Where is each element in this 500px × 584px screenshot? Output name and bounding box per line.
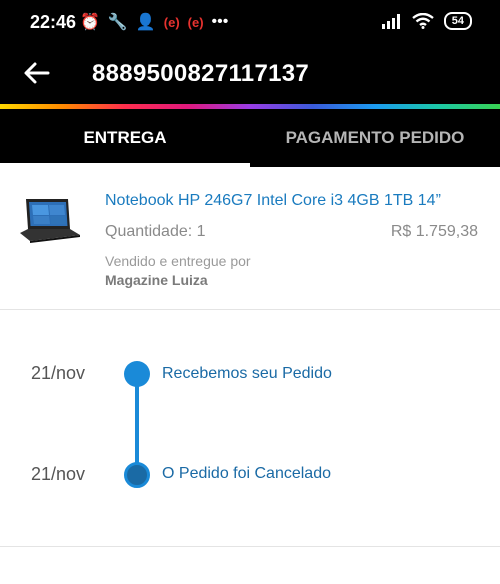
person-icon: 👤: [135, 14, 156, 31]
status-indicator-2: (e): [187, 14, 204, 30]
product-quantity: Quantidade: 1: [105, 223, 206, 240]
product-card[interactable]: Notebook HP 246G7 Intel Core i3 4GB 1TB …: [0, 167, 500, 310]
product-price: R$ 1.759,38: [390, 223, 478, 240]
laptop-image: [20, 199, 80, 243]
timeline-date: 21/nov: [31, 363, 86, 383]
timeline-dot: [124, 462, 150, 488]
timeline-dot: [124, 361, 150, 387]
arrow-left-icon[interactable]: [22, 58, 52, 88]
timeline-event: O Pedido foi Cancelado: [162, 465, 331, 482]
wrench-icon: 🔧: [107, 14, 128, 31]
alarm-icon: ⏰: [80, 14, 100, 31]
tab-bar: ENTREGA PAGAMENTO PEDIDO: [0, 109, 500, 167]
status-indicator-1: (e): [163, 14, 180, 30]
tab-entrega[interactable]: ENTREGA: [0, 109, 250, 167]
timeline-event: Recebemos seu Pedido: [162, 365, 332, 382]
status-system-icons: 54: [381, 12, 472, 30]
status-notification-icons: ⏰ 🔧 👤 (e) (e) •••: [80, 12, 228, 32]
sold-by-label: Vendido e entregue por: [105, 253, 251, 269]
wifi-icon: [412, 13, 434, 29]
order-number-title: 8889500827117137: [92, 60, 310, 87]
app-bar: 8889500827117137: [0, 44, 500, 104]
status-time: 22:46: [30, 12, 77, 32]
seller-name: Magazine Luiza: [105, 272, 208, 288]
product-name-link[interactable]: Notebook HP 246G7 Intel Core i3 4GB 1TB …: [105, 192, 441, 210]
timeline-date: 21/nov: [31, 464, 86, 484]
status-bar: 22:46 ⏰ 🔧 👤 (e) (e) ••• 54: [0, 0, 500, 44]
timeline-connector: [135, 375, 139, 475]
signal-icon: [381, 14, 400, 29]
battery-indicator: 54: [443, 12, 472, 30]
tab-pagamento-pedido[interactable]: PAGAMENTO PEDIDO: [250, 109, 500, 167]
order-timeline: 21/nov 21/nov Recebemos seu Pedido O Ped…: [0, 311, 500, 547]
more-icon: •••: [211, 13, 229, 30]
